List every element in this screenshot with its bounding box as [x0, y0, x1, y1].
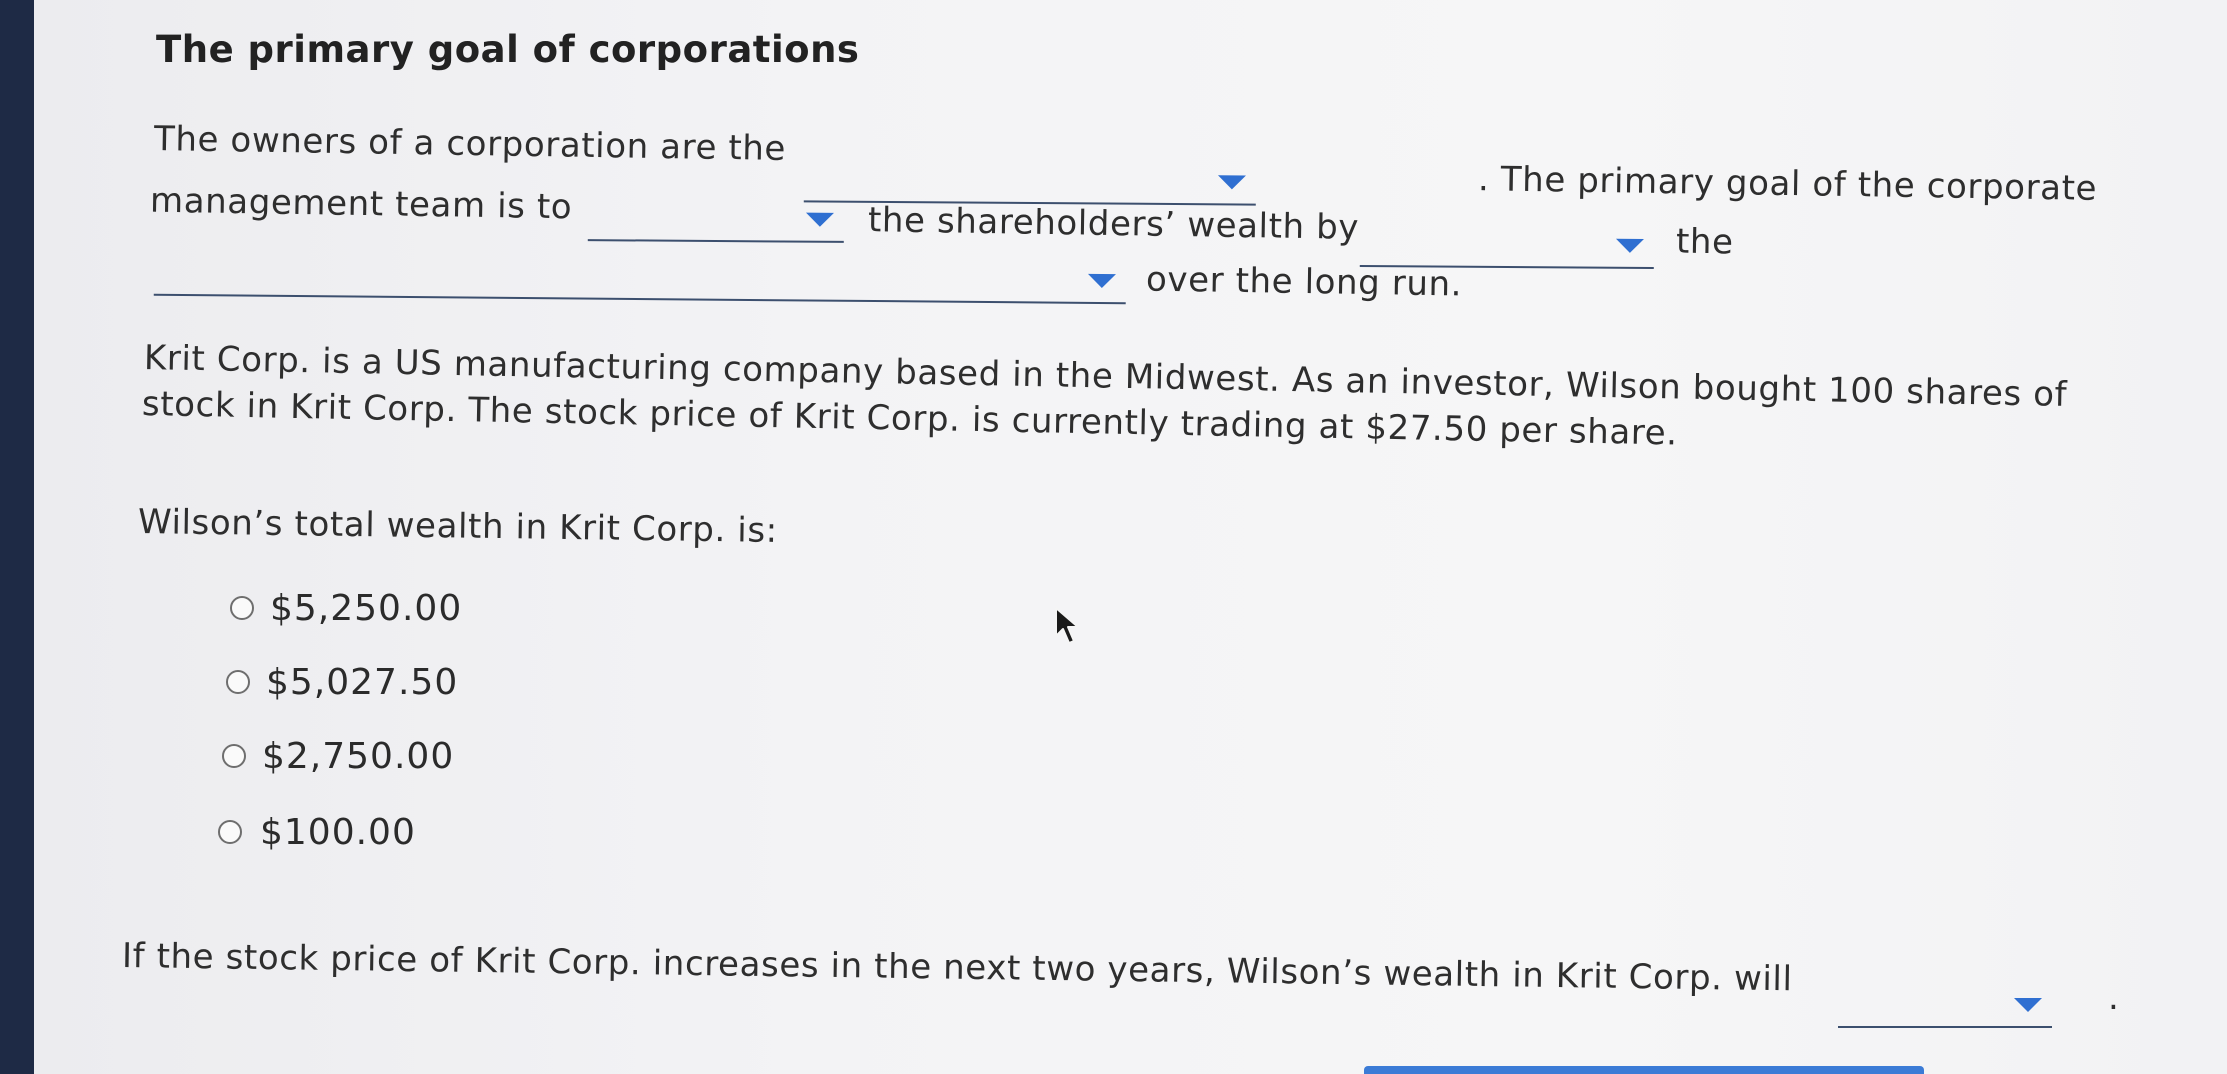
owners-dropdown[interactable] — [803, 138, 1257, 206]
option-radio-2[interactable] — [226, 670, 250, 694]
caret-down-icon — [1087, 273, 1116, 289]
option-radio-1[interactable] — [230, 596, 254, 620]
para1-line2-start: management team is to — [149, 180, 573, 228]
wealth-change-dropdown[interactable] — [1838, 964, 2052, 1028]
para1-line2-end: the — [1675, 221, 1734, 263]
option-label-4[interactable]: $100.00 — [260, 812, 416, 853]
method-dropdown[interactable] — [1359, 202, 1655, 270]
bottom-action-bar[interactable] — [1364, 1066, 1924, 1074]
final-question-text: If the stock price of Krit Corp. increas… — [121, 936, 1793, 1000]
option-label-1[interactable]: $5,250.00 — [270, 588, 462, 629]
page-title: The primary goal of corporations — [156, 28, 860, 71]
caret-down-icon — [805, 212, 834, 227]
option-label-3[interactable]: $2,750.00 — [262, 736, 454, 777]
caret-down-icon — [1615, 238, 1644, 253]
para1-line3-end: over the long run. — [1145, 259, 1463, 305]
option-radio-4[interactable] — [218, 820, 242, 844]
caret-down-icon — [2014, 998, 2042, 1012]
question-page: The primary goal of corporations The own… — [34, 0, 2227, 1074]
final-period: . — [2108, 978, 2120, 1018]
caret-down-icon — [1217, 175, 1246, 190]
question-text: Wilson’s total wealth in Krit Corp. is: — [137, 502, 779, 551]
option-radio-3[interactable] — [222, 744, 246, 768]
option-label-2[interactable]: $5,027.50 — [266, 662, 458, 703]
objective-dropdown[interactable] — [153, 231, 1127, 305]
goal-verb-dropdown[interactable] — [587, 177, 845, 243]
para1-line1-end: . The primary goal of the corporate — [1477, 159, 2098, 209]
mouse-pointer-icon — [1055, 607, 1079, 644]
para1-line1-start: The owners of a corporation are the — [153, 119, 787, 169]
